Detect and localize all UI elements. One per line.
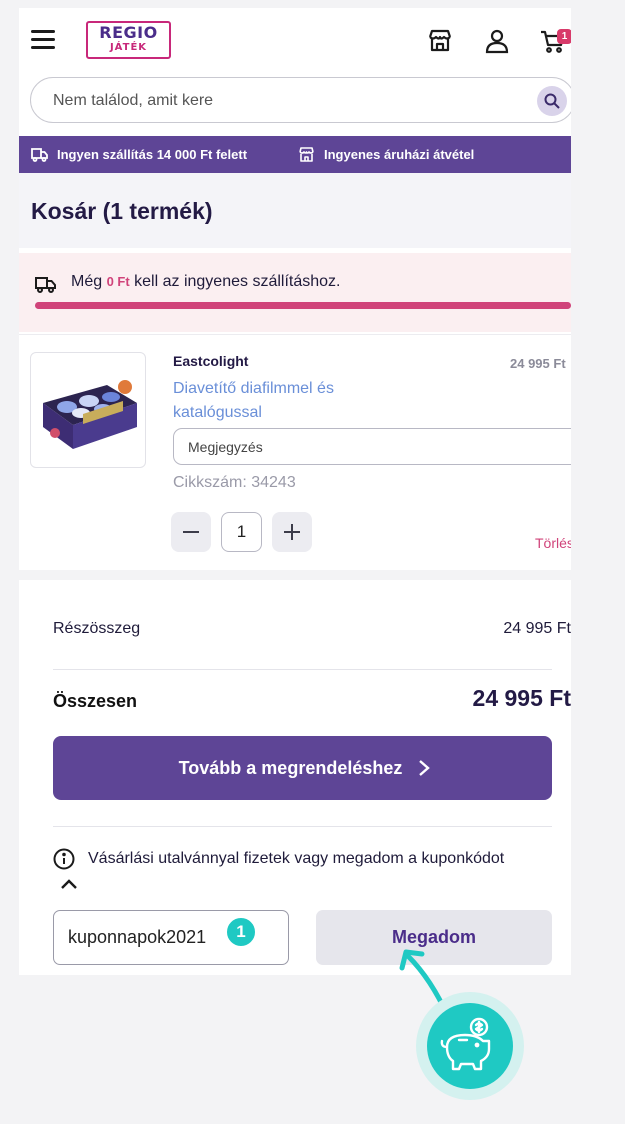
header: REGIO JÁTÉK 1 xyxy=(19,8,571,74)
checkout-button[interactable]: Tovább a megrendeléshez xyxy=(53,736,552,800)
divider xyxy=(53,669,552,670)
search-input[interactable] xyxy=(53,90,523,112)
product-price: 24 995 Ft xyxy=(510,356,566,371)
promo-free-shipping-text: Ingyen szállítás 14 000 Ft felett xyxy=(57,147,248,162)
truck-icon xyxy=(35,277,56,293)
shipping-suffix: kell az ingyenes szállításhoz. xyxy=(134,273,341,290)
product-name-link[interactable]: Diavetítő diafilmmel és katalógussal xyxy=(173,377,383,425)
step-badge: 1 xyxy=(224,915,258,949)
search-bar xyxy=(30,77,571,123)
menu-icon[interactable] xyxy=(31,30,55,50)
divider xyxy=(53,826,552,827)
info-icon xyxy=(53,848,75,870)
truck-icon xyxy=(31,148,48,162)
store-icon[interactable] xyxy=(427,28,453,54)
logo-bottom-text: JÁTÉK xyxy=(109,42,148,53)
summary-gap xyxy=(19,570,571,580)
product-image[interactable] xyxy=(30,352,146,468)
delete-link[interactable]: Törlés xyxy=(535,535,571,551)
shipping-progress-fill xyxy=(35,302,571,309)
cart-item: Eastcolight Diavetítő diafilmmel és kata… xyxy=(19,334,571,570)
search-button[interactable] xyxy=(537,86,567,116)
shipping-amount: 0 Ft xyxy=(106,274,130,289)
logo-top-text: REGIO xyxy=(99,23,158,42)
user-icon[interactable] xyxy=(484,28,510,54)
quantity-input[interactable] xyxy=(221,512,262,552)
free-shipping-notice: Még 0 Ft kell az ingyenes szállításhoz. xyxy=(19,253,571,332)
total-value: 24 995 Ft xyxy=(472,685,571,711)
piggy-bank-icon xyxy=(427,1003,513,1089)
product-sku: Cikkszám: 34243 xyxy=(173,474,296,491)
quantity-decrease-button[interactable] xyxy=(171,512,211,552)
chevron-right-icon xyxy=(419,760,430,776)
cart-title-area: Kosár (1 termék) xyxy=(19,173,571,248)
note-field xyxy=(173,428,571,465)
quantity-increase-button[interactable] xyxy=(272,512,312,552)
product-box-image xyxy=(43,380,137,449)
cart-count-badge: 1 xyxy=(557,29,571,44)
total-label: Összesen xyxy=(53,691,138,711)
product-brand: Eastcolight xyxy=(173,353,249,369)
subtotal-label: Részösszeg xyxy=(53,620,141,637)
app-screen: REGIO JÁTÉK 1 Nem találod, amit kere Ing… xyxy=(19,8,571,975)
promo-store-pickup-text: Ingyenes áruházi átvétel xyxy=(324,147,475,162)
order-summary: Részösszeg 24 995 Ft Összesen 24 995 Ft … xyxy=(30,580,571,975)
voucher-info-row[interactable]: Vásárlási utalvánnyal fizetek vagy megad… xyxy=(53,848,552,870)
voucher-info-text: Vásárlási utalvánnyal fizetek vagy megad… xyxy=(88,850,505,867)
shipping-prefix: Még xyxy=(71,273,103,290)
shipping-message: Még 0 Ft kell az ingyenes szállításhoz. xyxy=(71,273,340,291)
logo[interactable]: REGIO JÁTÉK xyxy=(86,21,171,59)
page-title: Kosár (1 termék) xyxy=(31,198,213,224)
store-icon xyxy=(299,147,314,162)
chevron-up-icon[interactable] xyxy=(60,878,78,890)
promo-bar: Ingyen szállítás 14 000 Ft felett Ingyen… xyxy=(19,136,571,173)
note-input[interactable] xyxy=(188,439,548,455)
search-icon xyxy=(544,93,560,109)
shipping-progress-bar xyxy=(35,302,571,309)
checkout-button-label: Tovább a megrendeléshez xyxy=(178,758,403,778)
subtotal-value: 24 995 Ft xyxy=(503,620,571,637)
